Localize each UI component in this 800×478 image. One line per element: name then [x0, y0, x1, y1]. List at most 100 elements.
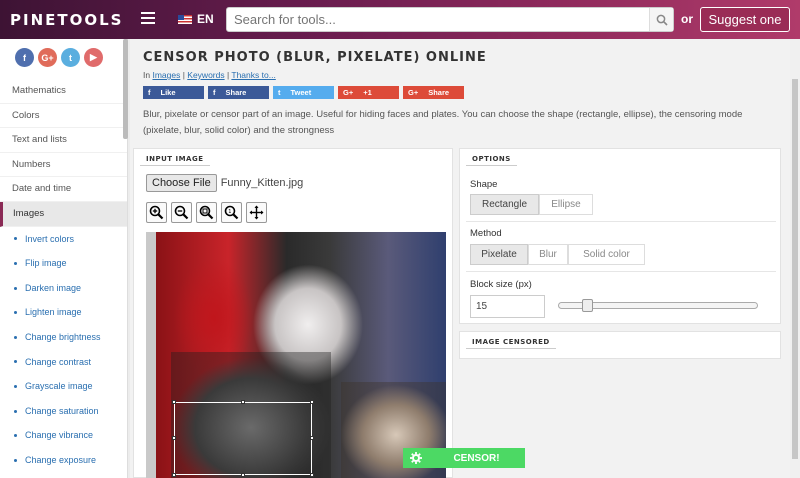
file-name: Funny_Kitten.jpg: [220, 177, 304, 189]
google-plus-icon[interactable]: G+: [38, 48, 57, 67]
sidebar-subitem-invert-colors[interactable]: Invert colors: [0, 227, 127, 252]
divider: [466, 221, 776, 222]
sidebar-subitem-grayscale-image[interactable]: Grayscale image: [0, 374, 127, 399]
twitter-icon[interactable]: t: [61, 48, 80, 67]
page-description: Blur, pixelate or censor part of an imag…: [143, 109, 743, 136]
method-label: Method: [470, 228, 502, 239]
like-label: Like: [160, 88, 176, 97]
sidebar-subitem-darken-image[interactable]: Darken image: [0, 276, 127, 301]
sidebar-item-numbers[interactable]: Numbers: [0, 153, 127, 178]
share-buttons: f Like f Share t Tweet G+ +1 G+ Share: [143, 86, 464, 99]
share-label: Share: [428, 88, 450, 97]
resize-handle[interactable]: [310, 436, 314, 440]
method-blur-button[interactable]: Blur: [528, 244, 568, 265]
sidebar-item-text-and-lists[interactable]: Text and lists: [0, 128, 127, 153]
sidebar-subitem-change-contrast[interactable]: Change contrast: [0, 350, 127, 375]
method-solid-color-button[interactable]: Solid color: [568, 244, 645, 265]
breadcrumb-in: In: [143, 70, 151, 80]
sidebar: f G+ t ▶ Mathematics Colors Text and lis…: [0, 39, 128, 478]
shape-label: Shape: [470, 179, 498, 190]
input-image-panel: INPUT IMAGE Choose File Funny_Kitten.jpg…: [133, 148, 453, 478]
social-icons: f G+ t ▶: [0, 39, 127, 79]
sidebar-subitem-flip-image[interactable]: Flip image: [0, 251, 127, 276]
facebook-like-button[interactable]: f Like: [143, 86, 204, 99]
share-label: Share: [225, 88, 247, 97]
options-panel: OPTIONS Shape Rectangle Ellipse Method P…: [459, 148, 781, 324]
sidebar-subitem-lighten-image[interactable]: Lighten image: [0, 300, 127, 325]
censor-button[interactable]: CENSOR!: [403, 448, 525, 468]
resize-handle[interactable]: [241, 473, 245, 477]
breadcrumb-thanks-link[interactable]: Thanks to...: [231, 70, 275, 80]
google-plus-icon: G+: [343, 88, 354, 97]
search-icon[interactable]: [649, 8, 673, 31]
sidebar-subitem-change-vibrance[interactable]: Change vibrance: [0, 423, 127, 448]
sidebar-item-images[interactable]: Images: [0, 201, 127, 227]
breadcrumb-images-link[interactable]: Images: [152, 70, 180, 80]
shape-rectangle-button[interactable]: Rectangle: [470, 194, 539, 215]
page-scroll-thumb[interactable]: [792, 79, 798, 459]
or-label: or: [681, 12, 693, 26]
move-icon[interactable]: [246, 202, 267, 223]
block-size-label: Block size (px): [470, 279, 532, 290]
method-pixelate-button[interactable]: Pixelate: [470, 244, 528, 265]
zoom-out-icon[interactable]: [171, 202, 192, 223]
sidebar-scrollbar[interactable]: [123, 39, 128, 139]
sidebar-item-mathematics[interactable]: Mathematics: [0, 79, 127, 104]
top-header: PINETOOLS EN or Suggest one: [0, 0, 800, 39]
main-content: CENSOR PHOTO (BLUR, PIXELATE) ONLINE In …: [130, 39, 790, 478]
resize-handle[interactable]: [241, 400, 245, 404]
sidebar-subitem-change-brightness[interactable]: Change brightness: [0, 325, 127, 350]
sidebar-subitem-change-exposure[interactable]: Change exposure: [0, 448, 127, 473]
shape-ellipse-button[interactable]: Ellipse: [539, 194, 593, 215]
facebook-icon: f: [148, 88, 151, 97]
tweet-label: Tweet: [290, 88, 312, 97]
censor-selection-box[interactable]: [172, 400, 314, 477]
gear-icon: [403, 448, 428, 468]
facebook-share-button[interactable]: f Share: [208, 86, 269, 99]
sidebar-item-date-and-time[interactable]: Date and time: [0, 177, 127, 202]
facebook-icon[interactable]: f: [15, 48, 34, 67]
resize-handle[interactable]: [310, 473, 314, 477]
block-size-slider[interactable]: [558, 299, 758, 312]
image-censored-title: IMAGE CENSORED: [466, 336, 556, 349]
zoom-in-icon[interactable]: [146, 202, 167, 223]
input-image-title: INPUT IMAGE: [140, 153, 210, 166]
gplus-one-button[interactable]: G+ +1: [338, 86, 399, 99]
resize-handle[interactable]: [172, 400, 176, 404]
page-title: CENSOR PHOTO (BLUR, PIXELATE) ONLINE: [143, 50, 487, 65]
site-logo[interactable]: PINETOOLS: [10, 11, 123, 29]
page-scrollbar[interactable]: [790, 39, 800, 478]
search-input[interactable]: [227, 8, 647, 31]
search-box: [226, 7, 674, 32]
language-selector[interactable]: EN: [178, 12, 214, 26]
youtube-icon[interactable]: ▶: [84, 48, 103, 67]
method-buttons: Pixelate Blur Solid color: [470, 244, 645, 265]
tweet-button[interactable]: t Tweet: [273, 86, 334, 99]
language-label: EN: [197, 12, 214, 26]
sidebar-subitem-change-saturation[interactable]: Change saturation: [0, 399, 127, 424]
choose-file-button[interactable]: Choose File: [146, 174, 217, 192]
zoom-toolbar: 1: [146, 202, 267, 223]
shape-buttons: Rectangle Ellipse: [470, 194, 593, 215]
google-plus-icon: G+: [408, 88, 419, 97]
facebook-icon: f: [213, 88, 216, 97]
breadcrumb-keywords-link[interactable]: Keywords: [187, 70, 224, 80]
hamburger-menu-icon[interactable]: [141, 12, 155, 24]
resize-handle[interactable]: [172, 436, 176, 440]
image-canvas[interactable]: [146, 232, 446, 478]
us-flag-icon: [178, 14, 192, 24]
resize-handle[interactable]: [172, 473, 176, 477]
resize-handle[interactable]: [310, 400, 314, 404]
divider: [466, 271, 776, 272]
censor-label: CENSOR!: [453, 452, 500, 464]
slider-handle[interactable]: [581, 299, 593, 312]
image-censored-panel: IMAGE CENSORED: [459, 331, 781, 359]
breadcrumb: In Images | Keywords | Thanks to...: [143, 70, 276, 80]
gplus-share-button[interactable]: G+ Share: [403, 86, 464, 99]
zoom-actual-icon[interactable]: 1: [221, 202, 242, 223]
sidebar-item-colors[interactable]: Colors: [0, 104, 127, 129]
suggest-button[interactable]: Suggest one: [700, 7, 790, 32]
zoom-fit-icon[interactable]: [196, 202, 217, 223]
options-title: OPTIONS: [466, 153, 517, 166]
block-size-input[interactable]: 15: [470, 295, 545, 318]
